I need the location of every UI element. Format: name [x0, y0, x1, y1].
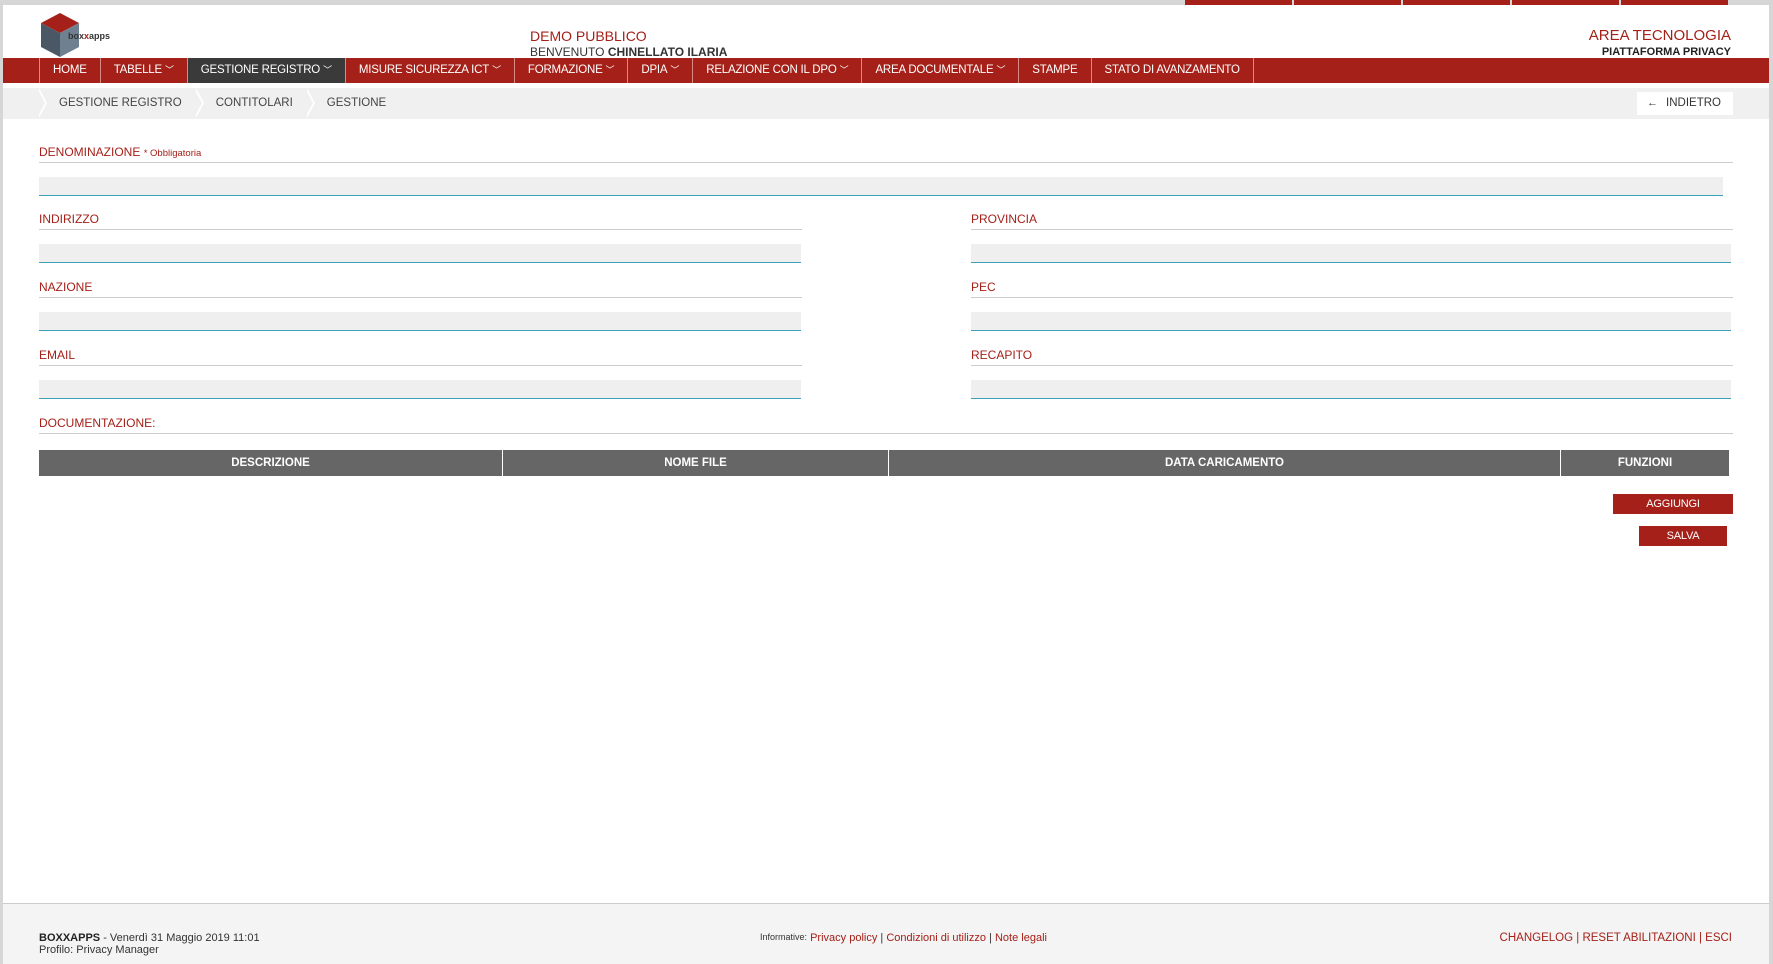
col-funzioni: FUNZIONI [1617, 457, 1673, 469]
demo-label: DEMO PUBBLICO [530, 28, 647, 44]
user-name: CHINELLATO ILARIA [607, 45, 728, 59]
nazione-label: NAZIONE [39, 280, 802, 298]
logo-text: boxxapps [68, 31, 111, 41]
header-center: DEMO PUBBLICO BENVENUTO CHINELLATO ILARI… [530, 28, 727, 60]
footer: BOXXAPPS - Venerdì 31 Maggio 2019 11:01 … [3, 903, 1769, 964]
email-input[interactable] [39, 380, 801, 399]
nav-area-documentale[interactable]: AREA DOCUMENTALE ﹀ [861, 58, 1018, 83]
reset-abilitazioni-link[interactable]: RESET ABILITAZIONI [1582, 932, 1695, 944]
header-right: AREA TECNOLOGIA PIATTAFORMA PRIVACY [1589, 28, 1731, 60]
chevron-down-icon: ﹀ [839, 65, 849, 75]
nav-gestione-registro[interactable]: GESTIONE REGISTRO ﹀ [186, 58, 345, 83]
breadcrumb-item[interactable]: CONTITOLARI [193, 88, 307, 119]
changelog-link[interactable]: CHANGELOG [1500, 932, 1574, 944]
email-label: EMAIL [39, 348, 802, 366]
note-legali-link[interactable]: Note legali [995, 932, 1047, 944]
footer-informative: Informative: Privacy policy | Condizioni… [760, 932, 1047, 944]
chevron-down-icon: ﹀ [492, 65, 501, 75]
nav-relazione-dpo[interactable]: RELAZIONE CON IL DPO ﹀ [692, 58, 861, 83]
nav-home[interactable]: HOME [39, 58, 100, 83]
indirizzo-label: INDIRIZZO [39, 212, 802, 230]
breadcrumb-item: GESTIONE [304, 88, 400, 119]
save-button[interactable]: SALVA [1639, 526, 1727, 546]
area-label: AREA TECNOLOGIA [1588, 27, 1731, 44]
page: boxxapps DEMO PUBBLICO BENVENUTO CHINELL… [3, 5, 1769, 964]
breadcrumb-item[interactable]: GESTIONE REGISTRO [37, 88, 196, 119]
footer-profile: Profilo: Privacy Manager [39, 944, 159, 956]
pec-input[interactable] [971, 312, 1731, 331]
chevron-down-icon: ﹀ [996, 65, 1006, 75]
privacy-policy-link[interactable]: Privacy policy [810, 932, 877, 944]
nav-misure-sicurezza-ict[interactable]: MISURE SICUREZZA ICT ﹀ [344, 58, 514, 83]
chevron-down-icon: ﹀ [164, 65, 174, 75]
nav-stampe[interactable]: STAMPE [1018, 58, 1090, 83]
provincia-label: PROVINCIA [971, 212, 1733, 230]
nav-tabelle[interactable]: TABELLE ﹀ [99, 58, 187, 83]
chevron-down-icon: ﹀ [670, 65, 680, 75]
col-data-caricamento[interactable]: DATA CARICAMENTO [889, 450, 1561, 476]
chevron-down-icon: ﹀ [323, 65, 332, 75]
documents-table-header: DESCRIZIONE NOME FILE DATA CARICAMENTO F… [39, 450, 1729, 476]
documentazione-label: DOCUMENTAZIONE: [39, 416, 1733, 434]
back-button[interactable]: ← INDIETRO [1637, 92, 1733, 115]
indirizzo-input[interactable] [39, 244, 801, 263]
nav-formazione[interactable]: FORMAZIONE ﹀ [513, 58, 627, 83]
recapito-label: RECAPITO [971, 348, 1733, 366]
footer-actions: CHANGELOG | RESET ABILITAZIONI | ESCI [1499, 932, 1732, 944]
nazione-input[interactable] [39, 312, 801, 331]
boxxapps-logo[interactable]: boxxapps [39, 11, 119, 61]
breadcrumb: GESTIONE REGISTRO CONTITOLARI GESTIONE ←… [3, 88, 1769, 119]
col-nome-file[interactable]: NOME FILE [503, 450, 889, 476]
col-descrizione[interactable]: DESCRIZIONE [39, 450, 503, 476]
condizioni-utilizzo-link[interactable]: Condizioni di utilizzo [886, 932, 986, 944]
recapito-input[interactable] [971, 380, 1731, 399]
esci-link[interactable]: ESCI [1705, 932, 1732, 944]
footer-info: BOXXAPPS - Venerdì 31 Maggio 2019 11:01 … [39, 932, 260, 956]
denominazione-input[interactable] [39, 177, 1723, 196]
informative-label: Informative: [760, 932, 808, 942]
footer-date: - Venerdì 31 Maggio 2019 11:01 [103, 932, 260, 944]
required-note: * Obbligatoria [143, 148, 202, 159]
chevron-down-icon: ﹀ [605, 65, 615, 75]
add-document-button[interactable]: AGGIUNGI DOCUMENTO [1613, 494, 1733, 530]
nav-stato-avanzamento[interactable]: STATO DI AVANZAMENTO [1090, 58, 1254, 83]
pec-label: PEC [971, 280, 1733, 298]
provincia-input[interactable] [971, 244, 1731, 263]
main-nav: HOME TABELLE ﹀ GESTIONE REGISTRO ﹀ MISURE … [3, 58, 1769, 83]
nav-dpia[interactable]: DPIA ﹀ [627, 58, 692, 83]
footer-brand: BOXXAPPS [39, 932, 101, 944]
arrow-left-icon: ← [1647, 97, 1659, 109]
denominazione-label: DENOMINAZIONE * Obbligatoria [39, 145, 1733, 163]
